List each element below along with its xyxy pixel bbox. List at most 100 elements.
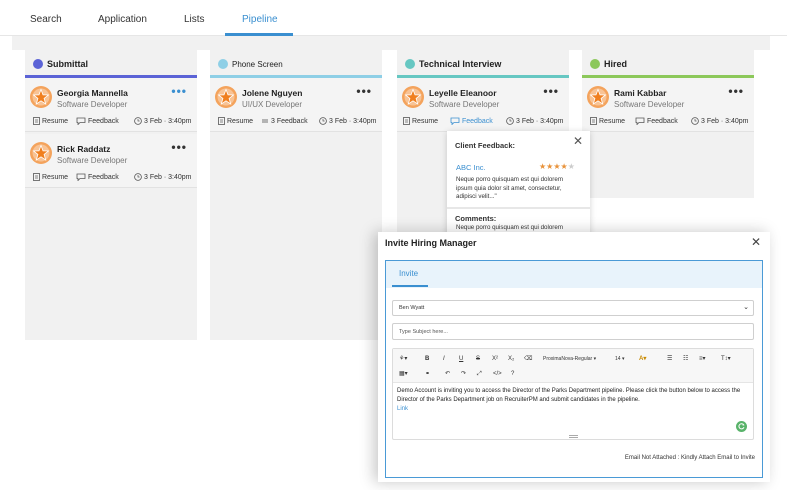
tab-lists[interactable]: Lists (184, 14, 205, 25)
dialog-title: Invite Hiring Manager (385, 238, 477, 248)
email-body-editor[interactable]: ⚘▾ B I U S X² X₂ ⌫ ProximaNova-Regular ▾… (392, 348, 754, 440)
candidate-card[interactable]: Rick Raddatz Software Developer ••• Resu… (25, 134, 197, 188)
avatar (402, 86, 424, 108)
help-icon[interactable]: ? (511, 370, 514, 379)
candidate-card[interactable]: Rami Kabbar Software Developer ••• Resum… (582, 78, 754, 132)
recipient-select[interactable]: Ben Wyatt ⌄ (392, 300, 754, 316)
font-family-dropdown[interactable]: ProximaNova-Regular ▾ (543, 355, 596, 364)
resume-link[interactable]: Resume (33, 172, 68, 182)
list-icon (262, 119, 268, 123)
feedback-link[interactable]: 3 Feedback (261, 116, 308, 126)
stage-dot-icon (218, 59, 228, 69)
candidate-name[interactable]: Georgia Mannella (57, 88, 128, 98)
feedback-icon (450, 117, 460, 125)
tab-pipeline[interactable]: Pipeline (242, 14, 278, 25)
star-badge-icon (32, 144, 50, 162)
subscript-icon[interactable]: X₂ (508, 355, 514, 364)
star-badge-icon (404, 88, 422, 106)
feedback-link[interactable]: Feedback (635, 116, 678, 126)
tab-application[interactable]: Application (98, 14, 147, 25)
strikethrough-icon[interactable]: S (476, 355, 480, 364)
resume-link[interactable]: Resume (218, 116, 253, 126)
subject-input[interactable]: Type Subject here... (392, 323, 754, 340)
clock-icon (691, 117, 699, 125)
pipeline-column-submittal: Submittal Georgia Mannella Software Deve… (25, 50, 197, 340)
candidate-name[interactable]: Rick Raddatz (57, 144, 110, 154)
feedback-link[interactable]: Feedback (76, 116, 119, 126)
undo-icon[interactable]: ↶ (445, 370, 450, 379)
date-label: 3 Feb · 3:40pm (134, 172, 191, 182)
column-title: Phone Screen (232, 60, 283, 69)
candidate-card[interactable]: Leyelle Eleanoor Software Developer ••• … (397, 78, 569, 132)
superscript-icon[interactable]: X² (492, 355, 498, 364)
stage-dot-icon (33, 59, 43, 69)
invite-link[interactable]: Link (397, 406, 408, 412)
company-name[interactable]: ABC Inc. (456, 163, 486, 172)
resize-handle-icon[interactable] (569, 435, 578, 438)
refresh-icon[interactable] (736, 421, 747, 432)
resume-link[interactable]: Resume (33, 116, 68, 126)
numbered-list-icon[interactable]: ☷ (683, 355, 688, 364)
bold-icon[interactable]: B (425, 355, 429, 364)
column-header: Phone Screen (210, 50, 382, 78)
clock-icon (134, 117, 142, 125)
text-color-icon[interactable]: A▾ (639, 355, 646, 364)
tab-invite[interactable]: Invite (399, 269, 418, 278)
tab-search[interactable]: Search (30, 14, 62, 25)
candidate-role: Software Developer (57, 156, 128, 165)
date-label: 3 Feb · 3:40pm (691, 116, 748, 126)
font-size-dropdown[interactable]: 14 ▾ (615, 355, 624, 364)
more-options-icon[interactable]: ••• (728, 84, 744, 98)
link-icon[interactable]: ⚭ (425, 370, 430, 379)
eraser-icon[interactable]: ⌫ (524, 355, 532, 364)
candidate-card[interactable]: Jolene Nguyen UI/UX Developer ••• Resume… (210, 78, 382, 132)
candidate-role: Software Developer (57, 100, 128, 109)
bullet-list-icon[interactable]: ☰ (667, 355, 672, 364)
resume-link[interactable]: Resume (403, 116, 438, 126)
feedback-link[interactable]: Feedback (450, 116, 493, 126)
candidate-name[interactable]: Rami Kabbar (614, 88, 666, 98)
pipeline-column-phone-screen: Phone Screen Jolene Nguyen UI/UX Develop… (210, 50, 382, 340)
feedback-icon (635, 117, 645, 125)
star-icon: ★ (560, 162, 568, 171)
resume-icon (33, 117, 40, 125)
feedback-icon (76, 173, 86, 181)
active-tab-indicator (392, 285, 428, 287)
candidate-name[interactable]: Leyelle Eleanoor (429, 88, 497, 98)
more-options-icon[interactable]: ••• (543, 84, 559, 98)
underline-icon[interactable]: U (459, 355, 463, 364)
candidate-card[interactable]: Georgia Mannella Software Developer ••• … (25, 78, 197, 132)
avatar (30, 86, 52, 108)
fullscreen-icon[interactable]: ⤢ (477, 370, 482, 379)
star-badge-icon (589, 88, 607, 106)
invite-form: Invite Ben Wyatt ⌄ Type Subject here... … (385, 260, 763, 478)
close-icon[interactable]: ✕ (573, 134, 583, 148)
resume-link[interactable]: Resume (590, 116, 625, 126)
pipeline-board (12, 36, 770, 50)
resume-icon (590, 117, 597, 125)
divider (447, 207, 590, 209)
redo-icon[interactable]: ↷ (461, 370, 466, 379)
more-options-icon[interactable]: ••• (171, 140, 187, 154)
feedback-icon (76, 117, 86, 125)
line-height-icon[interactable]: T↕▾ (721, 355, 731, 364)
table-icon[interactable]: ▦▾ (399, 370, 408, 379)
align-icon[interactable]: ≡▾ (699, 355, 706, 364)
more-options-icon[interactable]: ••• (171, 84, 187, 98)
code-view-icon[interactable]: </> (493, 370, 502, 379)
italic-icon[interactable]: I (443, 355, 445, 364)
feedback-text: Neque porro quisquam est qui dolorem ips… (456, 176, 563, 200)
rating-stars: ★★★★★ (539, 162, 575, 171)
magic-wand-icon[interactable]: ⚘▾ (399, 355, 407, 364)
column-title: Technical Interview (419, 59, 502, 69)
date-label: 3 Feb · 3:40pm (506, 116, 563, 126)
star-icon: ★ (553, 162, 561, 171)
star-badge-icon (217, 88, 235, 106)
popover-title: Client Feedback: (455, 141, 516, 150)
more-options-icon[interactable]: ••• (356, 84, 372, 98)
candidate-name[interactable]: Jolene Nguyen (242, 88, 302, 98)
feedback-link[interactable]: Feedback (76, 172, 119, 182)
close-icon[interactable]: ✕ (751, 235, 761, 249)
star-empty-icon: ★ (567, 162, 575, 171)
column-header: Submittal (25, 50, 197, 78)
